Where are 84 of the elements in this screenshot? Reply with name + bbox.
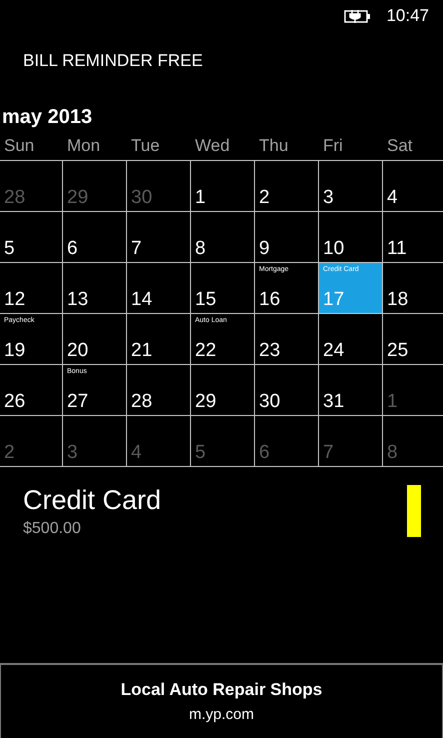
ad-banner[interactable]: Local Auto Repair Shops m.yp.com [0, 663, 443, 738]
day-number: 1 [195, 187, 207, 209]
day-number: 22 [195, 340, 218, 362]
day-number: 5 [195, 442, 207, 464]
month-title: may 2013 [2, 105, 92, 130]
day-number: 1 [387, 391, 399, 413]
day-number: 29 [67, 187, 90, 209]
day-number: 14 [131, 289, 154, 311]
day-number: 3 [323, 187, 335, 209]
ad-title: Local Auto Repair Shops [120, 678, 322, 700]
day-cell[interactable]: 28 [127, 365, 190, 415]
day-cell[interactable]: 3 [319, 161, 382, 211]
day-number: 28 [131, 391, 154, 413]
day-cell[interactable]: 12 [0, 263, 62, 313]
day-number: 5 [4, 238, 16, 260]
day-number: 19 [4, 340, 26, 362]
bill-amount: $500.00 [23, 519, 82, 539]
day-cell[interactable]: 7 [127, 212, 190, 262]
day-number: 15 [195, 289, 218, 311]
day-cell[interactable]: 10 [319, 212, 382, 262]
day-number: 20 [67, 340, 90, 362]
weekday-label: Thu [259, 136, 288, 155]
weekday-label: Wed [195, 136, 230, 155]
day-cell[interactable]: 18 [383, 263, 443, 313]
day-number: 26 [4, 391, 26, 413]
day-cell[interactable]: 11 [383, 212, 443, 262]
day-number: 23 [259, 340, 282, 362]
day-cell[interactable]: 31 [319, 365, 382, 415]
clock-time: 10:47 [386, 5, 429, 28]
day-cell[interactable]: 5 [0, 212, 62, 262]
day-cell[interactable]: 26 [0, 365, 62, 415]
day-number: 3 [67, 442, 79, 464]
day-number: 7 [131, 238, 143, 260]
day-number: 28 [4, 187, 26, 209]
day-number: 2 [4, 442, 16, 464]
day-cell[interactable]: 8 [191, 212, 254, 262]
weekday-label: Fri [323, 136, 343, 155]
day-number: 24 [323, 340, 346, 362]
day-cell[interactable]: 20 [63, 314, 126, 364]
day-number: 25 [387, 340, 410, 362]
day-number: 9 [259, 238, 271, 260]
app-title: BILL REMINDER FREE [23, 50, 203, 72]
weekday-label: Tue [131, 136, 160, 155]
day-number: 29 [195, 391, 218, 413]
day-number: 30 [131, 187, 154, 209]
day-cell[interactable]: 30 [255, 365, 318, 415]
day-number: 4 [131, 442, 143, 464]
bill-name: Credit Card [23, 484, 162, 517]
day-number: 11 [387, 238, 408, 260]
day-cell[interactable]: 9 [255, 212, 318, 262]
day-cell[interactable]: 4 [383, 161, 443, 211]
day-number: 13 [67, 289, 90, 311]
day-cell[interactable]: 2 [255, 161, 318, 211]
day-number: 27 [67, 391, 90, 413]
day-number: 10 [323, 238, 346, 260]
day-cell[interactable]: 6 [63, 212, 126, 262]
day-cell[interactable]: 1 [191, 161, 254, 211]
weekday-label: Mon [67, 136, 100, 155]
day-number: 21 [131, 340, 154, 362]
day-number: 30 [259, 391, 282, 413]
day-number: 12 [4, 289, 26, 311]
day-number: 31 [323, 391, 346, 413]
day-cell[interactable]: 15 [191, 263, 254, 313]
day-cell[interactable]: 25 [383, 314, 443, 364]
day-number: 8 [195, 238, 207, 260]
day-number: 8 [387, 442, 399, 464]
weekday-label: Sun [4, 136, 34, 155]
day-number: 4 [387, 187, 399, 209]
weekday-label: Sat [387, 136, 413, 155]
day-number: 7 [323, 442, 335, 464]
day-number: 16 [259, 289, 282, 311]
day-cell[interactable]: 23 [255, 314, 318, 364]
battery-charging-icon [344, 8, 372, 24]
day-cell[interactable]: 13 [63, 263, 126, 313]
day-number: 2 [259, 187, 271, 209]
day-cell[interactable]: 21 [127, 314, 190, 364]
day-cell[interactable]: 14 [127, 263, 190, 313]
day-number: 17 [323, 289, 346, 311]
day-cell[interactable]: 24 [319, 314, 382, 364]
ad-url: m.yp.com [188, 705, 254, 725]
day-number: 6 [67, 238, 79, 260]
day-number: 18 [387, 289, 410, 311]
day-number: 6 [259, 442, 271, 464]
day-cell[interactable]: 29 [191, 365, 254, 415]
